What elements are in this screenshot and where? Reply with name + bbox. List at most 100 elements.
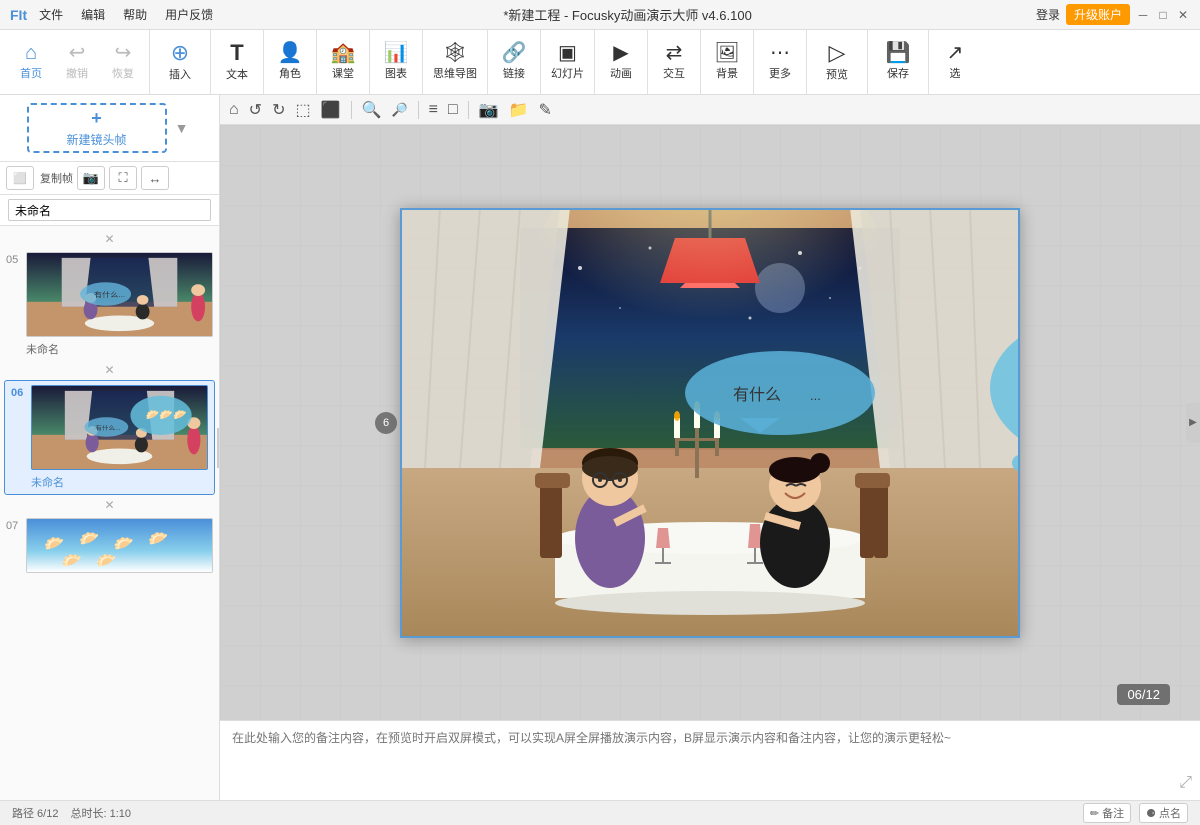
toolbar: ⌂ 首页 ↩ 撤销 ↪ 恢复 ⊕ 插入 T 文本 👤 角色 🏫 课堂 (0, 30, 1200, 95)
maximize-button[interactable]: □ (1156, 8, 1170, 22)
save-icon: 💾 (886, 43, 911, 63)
toolbar-insert[interactable]: ⊕ 插入 (154, 34, 206, 90)
toolbar-group-classroom: 🏫 课堂 (317, 30, 370, 94)
toolbar-group-mindmap: 🕸 思维导图 (423, 30, 488, 94)
slide-divider-07: ✕ (0, 496, 219, 514)
home-icon: ⌂ (25, 43, 37, 63)
scroll-down-icon[interactable]: ▼ (175, 120, 189, 136)
toolbar-text[interactable]: T 文本 (215, 34, 259, 90)
canvas-camera-icon[interactable]: 📷 (476, 98, 502, 122)
more-label: 更多 (769, 65, 791, 81)
link-label: 链接 (503, 65, 525, 81)
toolbar-chart[interactable]: 📊 图表 (374, 34, 418, 90)
slide-thumb-07: 🥟 🥟 🥟 🥟 🥟 🥟 (26, 518, 213, 573)
svg-text:有什么...: 有什么... (95, 424, 120, 432)
toolbar-group-select: ↗ 选 (929, 30, 981, 94)
copy-frame-button[interactable]: ⬜ (6, 166, 34, 190)
window-title: *新建工程 - Focusky动画演示大师 v4.6.100 (219, 5, 1036, 24)
canvas-home-icon[interactable]: ⌂ (226, 99, 242, 121)
close-button[interactable]: ✕ (1176, 8, 1190, 22)
new-frame-label: 新建镜头帧 (67, 131, 127, 148)
rollcall-btn-icon: ⚈ (1146, 807, 1156, 820)
canvas-zoom-out-icon[interactable]: 🔎 (388, 100, 410, 120)
thumb-scene-06: 🥟🥟🥟 有什么... (32, 386, 207, 469)
notes-expand-icon[interactable]: ⤢ (1179, 774, 1192, 792)
toolbar-animation[interactable]: ▶ 动画 (599, 34, 643, 90)
toolbar-undo[interactable]: ↩ 撤销 (55, 34, 99, 90)
canvas-edit-icon[interactable]: ✎ (536, 98, 555, 122)
canvas-redo-icon[interactable]: ↻ (269, 98, 288, 122)
toolbar-group-link: 🔗 链接 (488, 30, 541, 94)
toolbar-slide[interactable]: ▣ 幻灯片 (545, 34, 590, 90)
new-frame-button[interactable]: + 新建镜头帧 (27, 103, 167, 153)
insert-label: 插入 (169, 66, 191, 82)
select-icon: ↗ (947, 43, 964, 63)
thumb-bg-05: 有什么... (27, 253, 212, 336)
toolbar-group-text: T 文本 (211, 30, 264, 94)
toolbar-classroom[interactable]: 🏫 课堂 (321, 34, 365, 90)
toolbar-redo[interactable]: ↪ 恢复 (101, 34, 145, 90)
toolbar-group-save: 💾 保存 (868, 30, 929, 94)
toolbar-preview[interactable]: ▷ 预览 (811, 34, 863, 90)
toolbar-group-bg: 🖼 背景 (701, 30, 754, 94)
sidebar: + 新建镜头帧 ▼ ⬜ 复制帧 📷 ⛶ ↔ (0, 95, 220, 800)
menu-edit[interactable]: 编辑 (75, 6, 111, 23)
statusbar-right: ✏ 备注 ⚈ 点名 (1083, 803, 1188, 823)
slides-list: ✕ 05 (0, 226, 219, 800)
canvas-frame-icon[interactable]: ⬛ (318, 98, 344, 122)
notes-btn-icon: ✏ (1090, 807, 1099, 820)
toolbar-character[interactable]: 👤 角色 (268, 34, 312, 90)
toolbar-more[interactable]: ⋯ 更多 (758, 34, 802, 90)
svg-text:🥟: 🥟 (114, 536, 134, 551)
toolbar-link[interactable]: 🔗 链接 (492, 34, 536, 90)
sidebar-top: + 新建镜头帧 ▼ (0, 95, 219, 162)
notes-button[interactable]: ✏ 备注 (1083, 803, 1131, 823)
canvas-crop-icon[interactable]: ⬚ (292, 98, 313, 122)
notes-btn-label: 备注 (1102, 805, 1124, 821)
toolbar-save[interactable]: 💾 保存 (872, 34, 924, 90)
undo-label: 撤销 (66, 65, 88, 81)
home-label: 首页 (20, 65, 42, 81)
menu-help[interactable]: 帮助 (117, 6, 153, 23)
rollcall-button[interactable]: ⚈ 点名 (1139, 803, 1188, 823)
text-label: 文本 (226, 66, 248, 82)
canvas-undo-icon[interactable]: ↺ (246, 98, 265, 122)
fullscreen-button[interactable]: ⛶ (109, 166, 137, 190)
interact-icon: ⇄ (666, 43, 683, 63)
main-area: + 新建镜头帧 ▼ ⬜ 复制帧 📷 ⛶ ↔ (0, 95, 1200, 800)
toolbar-home[interactable]: ⌂ 首页 (9, 34, 53, 90)
minimize-button[interactable]: ─ (1136, 8, 1150, 22)
toolbar-bg[interactable]: 🖼 背景 (705, 34, 749, 90)
canvas-align-icon[interactable]: ≡ (426, 99, 441, 121)
frame-name-input[interactable] (8, 199, 211, 221)
upgrade-button[interactable]: 升级账户 (1066, 4, 1130, 25)
slide-item-05[interactable]: 05 (0, 248, 219, 361)
slide-item-07[interactable]: 07 (0, 514, 219, 577)
canvas-view: 6 (220, 125, 1200, 720)
notes-input[interactable] (232, 729, 1188, 792)
toolbar-group-slide: ▣ 幻灯片 (541, 30, 595, 94)
swap-icon: ↔ (149, 171, 162, 186)
animation-label: 动画 (610, 65, 632, 81)
toolbar-mindmap[interactable]: 🕸 思维导图 (427, 34, 483, 90)
svg-text:...: ... (810, 388, 821, 403)
classroom-icon: 🏫 (331, 43, 356, 63)
canvas-folder-icon[interactable]: 📁 (506, 98, 532, 122)
svg-text:有什么...: 有什么... (94, 290, 125, 299)
canvas-grid-icon[interactable]: □ (445, 99, 461, 121)
toolbar-select[interactable]: ↗ 选 (933, 34, 977, 90)
redo-icon: ↪ (115, 43, 132, 63)
canvas-zoom-in-icon[interactable]: 🔍 (359, 98, 385, 122)
camera-button[interactable]: 📷 (77, 166, 105, 190)
path-label: 路径 6/12 (12, 805, 58, 821)
right-panel-toggle[interactable]: ▶ (1186, 403, 1200, 443)
menu-feedback[interactable]: 用户反馈 (159, 6, 219, 23)
statusbar-left: 路径 6/12 总时长: 1:10 (12, 805, 131, 821)
swap-button[interactable]: ↔ (141, 166, 169, 190)
duration-label: 总时长: 1:10 (70, 805, 131, 821)
menu-file[interactable]: 文件 (33, 6, 69, 23)
toolbar-interact[interactable]: ⇄ 交互 (652, 34, 696, 90)
login-button[interactable]: 登录 (1036, 6, 1060, 23)
slide-item-06[interactable]: 06 (4, 380, 215, 495)
divider-icon-06: ✕ (104, 363, 114, 377)
